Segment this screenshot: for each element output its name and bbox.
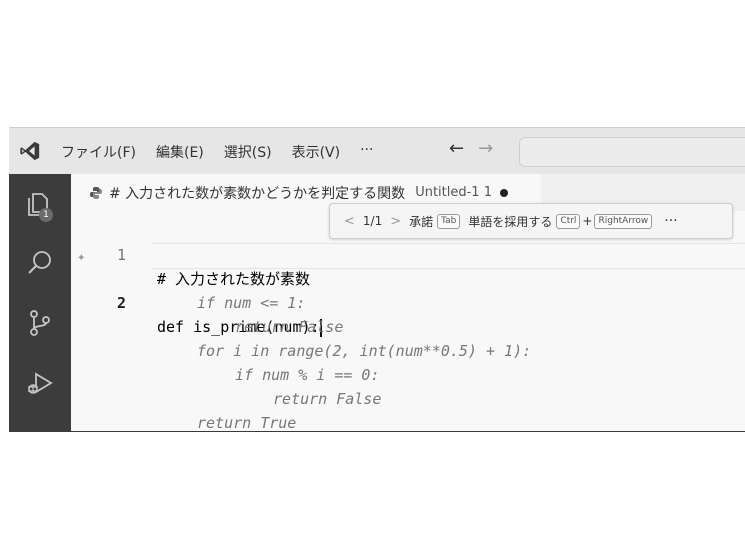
search-icon[interactable] — [25, 248, 55, 278]
previous-suggestion-icon[interactable]: < — [344, 214, 355, 229]
menu-more[interactable]: ··· — [360, 142, 373, 162]
ghost-line: for i in range(2, int(num**0.5) + 1): — [71, 315, 745, 360]
source-control-icon[interactable] — [25, 308, 55, 338]
plus-sign: + — [582, 214, 593, 228]
unsaved-dot-icon[interactable] — [499, 188, 508, 197]
menu-file[interactable]: ファイル(F) — [61, 142, 136, 162]
tab-title: # 入力された数が素数かどうかを判定する関数 — [109, 185, 406, 202]
editor-area[interactable]: 1 # 入力された数が素数 ✦ 2 def is_prime(num): if … — [71, 211, 745, 431]
forward-arrow-icon[interactable]: → — [478, 138, 493, 159]
ghost-line: return False — [71, 363, 745, 408]
right-arrow-key: RightArrow — [594, 213, 653, 229]
next-suggestion-icon[interactable]: > — [390, 214, 401, 229]
ghost-line: if num % i == 0: — [71, 339, 745, 384]
tab-key: Tab — [437, 213, 461, 229]
vscode-window: ファイル(F) 編集(E) 選択(S) 表示(V) ··· ← → 1 # 入力… — [9, 127, 745, 432]
menu-selection[interactable]: 選択(S) — [224, 142, 272, 162]
menu-edit[interactable]: 編集(E) — [156, 142, 204, 162]
explorer-badge: 1 — [39, 208, 53, 222]
ctrl-key: Ctrl — [556, 213, 581, 229]
run-debug-icon[interactable] — [25, 368, 55, 398]
more-icon[interactable]: ··· — [664, 213, 677, 229]
inline-suggestion-toolbar: < 1/1 > 承諾 Tab 単語を採用する Ctrl + RightArrow… — [329, 203, 733, 239]
python-file-icon — [90, 186, 102, 199]
ghost-line: return True — [71, 387, 745, 431]
code-line-active: ✦ 2 def is_prime(num): — [71, 243, 745, 337]
menu-view[interactable]: 表示(V) — [292, 142, 341, 162]
ghost-line: return False — [71, 291, 745, 336]
accept-word-button[interactable]: 単語を採用する — [468, 213, 552, 230]
tab-filename: Untitled-1 1 — [415, 185, 492, 200]
suggestion-counter: 1/1 — [362, 214, 383, 228]
menu-bar: ファイル(F) 編集(E) 選択(S) 表示(V) ··· — [61, 142, 373, 162]
sparkle-icon[interactable]: ✦ — [77, 245, 85, 269]
command-center[interactable] — [519, 137, 745, 167]
title-bar: ファイル(F) 編集(E) 選択(S) 表示(V) ··· ← → — [9, 128, 745, 174]
ghost-text: return True — [197, 414, 297, 432]
back-arrow-icon[interactable]: ← — [449, 138, 464, 159]
activity-bar: 1 — [9, 174, 71, 431]
navigation: ← → — [449, 138, 493, 159]
vscode-logo-icon — [20, 141, 40, 161]
ghost-line: if num <= 1: — [71, 267, 745, 312]
accept-button[interactable]: 承諾 — [409, 213, 433, 230]
